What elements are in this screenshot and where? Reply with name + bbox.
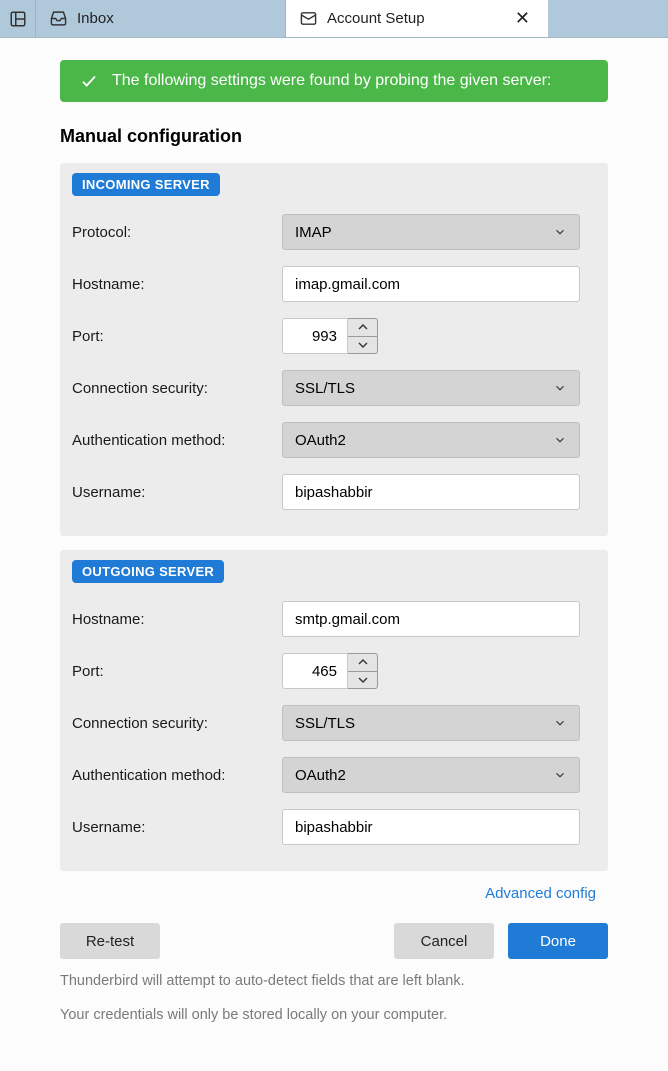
outgoing-username-input[interactable]	[282, 809, 580, 845]
done-button[interactable]: Done	[508, 923, 608, 959]
spin-down-icon[interactable]	[348, 337, 377, 354]
cancel-button[interactable]: Cancel	[394, 923, 494, 959]
incoming-badge: INCOMING SERVER	[72, 173, 220, 196]
spin-up-icon[interactable]	[348, 319, 377, 337]
check-icon	[80, 72, 98, 90]
incoming-port-spinner[interactable]	[348, 318, 378, 354]
incoming-hostname-label: Hostname:	[72, 276, 282, 293]
banner-text: The following settings were found by pro…	[112, 72, 551, 90]
incoming-protocol-label: Protocol:	[72, 224, 282, 241]
chevron-down-icon	[553, 381, 567, 395]
tab-bar: Inbox Account Setup ✕	[0, 0, 668, 38]
outgoing-security-select[interactable]: SSL/TLS	[282, 705, 580, 741]
spin-up-icon[interactable]	[348, 654, 377, 672]
incoming-port-input[interactable]	[282, 318, 348, 354]
chevron-down-icon	[553, 716, 567, 730]
outgoing-auth-select[interactable]: OAuth2	[282, 757, 580, 793]
incoming-security-select[interactable]: SSL/TLS	[282, 370, 580, 406]
outgoing-panel: OUTGOING SERVER Hostname: Port: Connecti…	[60, 550, 608, 871]
chevron-down-icon	[553, 433, 567, 447]
incoming-port-label: Port:	[72, 328, 282, 345]
incoming-panel: INCOMING SERVER Protocol: IMAP Hostname:…	[60, 163, 608, 536]
tab-account-setup-label: Account Setup	[327, 10, 425, 27]
chevron-down-icon	[553, 768, 567, 782]
inbox-icon	[50, 10, 67, 27]
outgoing-port-spinner[interactable]	[348, 653, 378, 689]
outgoing-badge: OUTGOING SERVER	[72, 560, 224, 583]
outgoing-hostname-label: Hostname:	[72, 611, 282, 628]
outgoing-auth-label: Authentication method:	[72, 767, 282, 784]
outgoing-security-label: Connection security:	[72, 715, 282, 732]
mail-settings-icon	[300, 10, 317, 27]
success-banner: The following settings were found by pro…	[60, 60, 608, 102]
tab-inbox[interactable]: Inbox	[36, 0, 286, 37]
incoming-protocol-select[interactable]: IMAP	[282, 214, 580, 250]
outgoing-port-input[interactable]	[282, 653, 348, 689]
outgoing-username-label: Username:	[72, 819, 282, 836]
incoming-username-input[interactable]	[282, 474, 580, 510]
chevron-down-icon	[553, 225, 567, 239]
incoming-auth-select[interactable]: OAuth2	[282, 422, 580, 458]
outgoing-hostname-input[interactable]	[282, 601, 580, 637]
incoming-security-label: Connection security:	[72, 380, 282, 397]
incoming-auth-label: Authentication method:	[72, 432, 282, 449]
spaces-toolbar-icon[interactable]	[0, 0, 36, 37]
close-tab-icon[interactable]: ✕	[511, 8, 534, 29]
outgoing-port-label: Port:	[72, 663, 282, 680]
spin-down-icon[interactable]	[348, 672, 377, 689]
hint-credentials: Your credentials will only be stored loc…	[60, 1007, 608, 1023]
tab-inbox-label: Inbox	[77, 10, 114, 27]
incoming-hostname-input[interactable]	[282, 266, 580, 302]
advanced-config-link[interactable]: Advanced config	[485, 885, 596, 902]
tab-account-setup[interactable]: Account Setup ✕	[286, 0, 548, 37]
incoming-username-label: Username:	[72, 484, 282, 501]
hint-autodetect: Thunderbird will attempt to auto-detect …	[60, 973, 608, 989]
retest-button[interactable]: Re-test	[60, 923, 160, 959]
page-title: Manual configuration	[60, 126, 608, 147]
